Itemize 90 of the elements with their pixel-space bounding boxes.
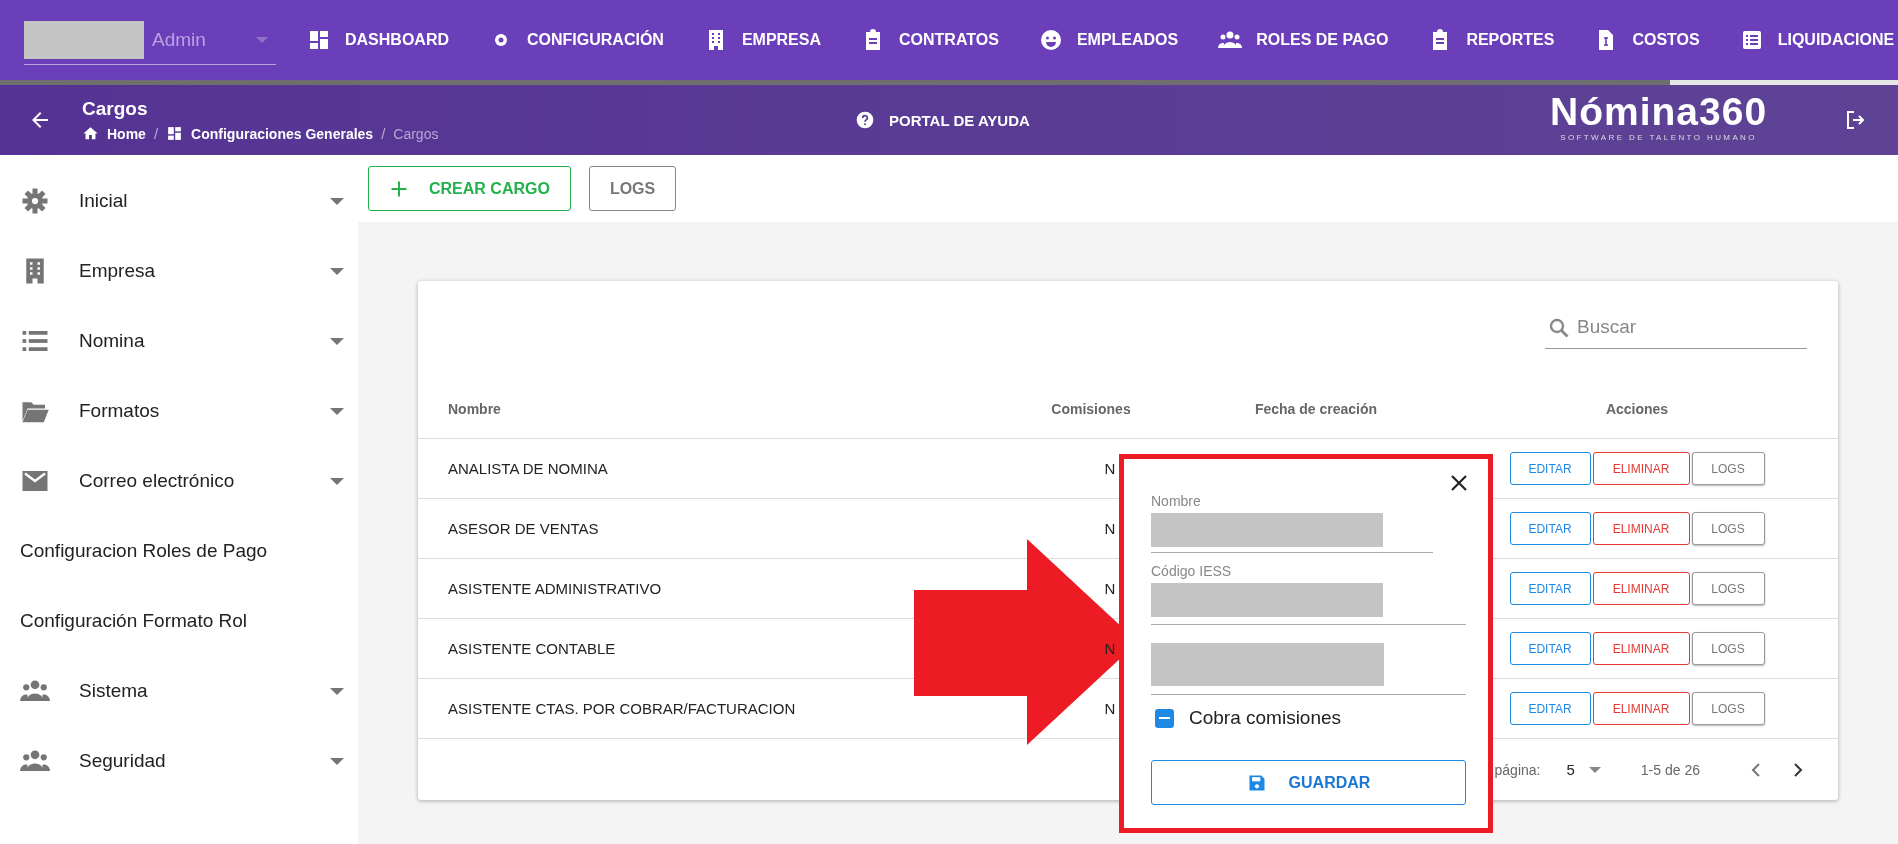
input-field[interactable]: Código IESS: [1151, 553, 1466, 625]
sidebar-label[interactable]: Seguridad: [79, 750, 330, 772]
caret-icon: [330, 757, 344, 765]
sidebar-label[interactable]: Sistema: [79, 680, 330, 702]
help-icon: [855, 110, 875, 130]
user-name: Admin: [152, 28, 206, 51]
nav-tab[interactable]: EMPRESA: [703, 0, 821, 80]
column-header: Nombre: [448, 401, 502, 417]
table-cell-text: N: [1103, 460, 1117, 477]
search-field[interactable]: Buscar: [1545, 306, 1807, 349]
logs-button[interactable]: LOGS: [1691, 512, 1765, 545]
breadcrumb-link[interactable]: Home: [107, 125, 146, 142]
caret-icon: [330, 687, 344, 695]
page-title: Cargos: [82, 98, 149, 120]
sidebar-label[interactable]: Inicial: [79, 190, 330, 212]
field-label: Código IESS: [1151, 563, 1233, 579]
nav-tab[interactable]: CONFIGURACIÓN: [489, 0, 664, 80]
table-cell-text: N: [1103, 580, 1117, 597]
column-header: Fecha de creación: [1253, 401, 1379, 417]
caret-icon: [330, 337, 344, 345]
sidebar-label[interactable]: Correo electrónico: [79, 470, 330, 492]
checkbox[interactable]: [1155, 708, 1174, 728]
field-label: Nombre: [1151, 493, 1202, 509]
nav-tab[interactable]: EMPLEADOS: [1038, 0, 1179, 80]
dashboard-icon: [166, 125, 184, 142]
breadcrumb-separator: /: [381, 125, 386, 142]
sidebar-item[interactable]: Sistema: [0, 656, 358, 726]
edit-button[interactable]: EDITAR: [1509, 632, 1591, 665]
table-cell-text: ASISTENTE ADMINISTRATIVO: [448, 580, 663, 597]
sidebar-label[interactable]: Formatos: [79, 400, 330, 422]
sidebar-link[interactable]: Configuracion Roles de Pago: [20, 540, 344, 562]
delete-button[interactable]: ELIMINAR: [1592, 572, 1690, 605]
sidebar-item[interactable]: Empresa: [0, 236, 358, 306]
sidebar-label[interactable]: Nomina: [79, 330, 330, 352]
logo-tagline: SOFTWARE DE TALENTO HUMANO: [1560, 133, 1757, 142]
breadcrumb-link[interactable]: Configuraciones Generales: [191, 125, 374, 142]
nav-tab[interactable]: REPORTES: [1428, 0, 1555, 80]
sidebar-item[interactable]: Correo electrónico: [0, 446, 358, 516]
table-cell-text: ANALISTA DE NOMINA: [448, 460, 609, 477]
rows-per-page-label: página:: [1494, 761, 1541, 778]
sidebar-item[interactable]: Seguridad: [0, 726, 358, 796]
caret-icon: [330, 407, 344, 415]
checkbox-label[interactable]: Cobra comisiones: [1189, 707, 1342, 729]
caret-icon: [330, 267, 344, 275]
logs-button[interactable]: LOGS: [1691, 632, 1765, 665]
logs-button[interactable]: LOGS: [1691, 452, 1765, 485]
logs-button[interactable]: LOGS: [588, 166, 677, 211]
sidebar-item[interactable]: Nomina: [0, 306, 358, 376]
nav-tab[interactable]: DASHBOARD: [307, 0, 449, 80]
table-cell-text: ASISTENTE CONTABLE: [448, 640, 617, 657]
delete-button[interactable]: ELIMINAR: [1592, 692, 1690, 725]
page-range: 1-5 de 26: [1640, 761, 1700, 778]
caret-icon: [330, 477, 344, 485]
logs-button[interactable]: LOGS: [1691, 572, 1765, 605]
table-cell-text: ASISTENTE CTAS. POR COBRAR/FACTURACION: [448, 700, 797, 717]
column-header: Acciones: [1604, 401, 1670, 417]
table-cell-text: N: [1103, 700, 1117, 717]
logs-button[interactable]: LOGS: [1691, 692, 1765, 725]
help-link[interactable]: PORTAL DE AYUDA: [855, 110, 1030, 130]
face-icon: [1038, 28, 1063, 52]
edit-button[interactable]: EDITAR: [1509, 572, 1591, 605]
table-cell-text: N: [1103, 640, 1117, 657]
nav-tab[interactable]: COSTOS: [1594, 0, 1700, 80]
nav-tab[interactable]: CONTRATOS: [861, 0, 999, 80]
delete-button[interactable]: ELIMINAR: [1592, 632, 1690, 665]
caret-icon: [330, 197, 344, 205]
nav-tab[interactable]: ROLES DE PAGO: [1218, 0, 1389, 80]
sidebar-label[interactable]: Empresa: [79, 260, 330, 282]
sidebar-link[interactable]: Configuración Formato Rol: [20, 610, 344, 632]
sidebar-item[interactable]: Inicial: [0, 166, 358, 236]
dashboard-icon: [307, 28, 331, 52]
table-cell-text: ASESOR DE VENTAS: [448, 520, 600, 537]
input-field[interactable]: Nombre: [1151, 487, 1433, 553]
settings-icon: [20, 186, 50, 216]
table-cell-text: N: [1103, 520, 1117, 537]
edit-button[interactable]: EDITAR: [1509, 512, 1591, 545]
save-button[interactable]: GUARDAR: [1151, 760, 1466, 805]
caret-icon: [256, 36, 268, 43]
edit-button[interactable]: EDITAR: [1509, 692, 1591, 725]
delete-button[interactable]: ELIMINAR: [1592, 512, 1690, 545]
rows-per-page-select[interactable]: 5: [1566, 761, 1601, 778]
breadcrumb-separator: /: [153, 125, 159, 142]
column-header: Comisiones: [1050, 401, 1132, 417]
logo-text: Nómina360: [1550, 91, 1768, 133]
search-icon: [1547, 316, 1571, 340]
edit-button[interactable]: EDITAR: [1509, 452, 1591, 485]
help-label[interactable]: PORTAL DE AYUDA: [889, 111, 1030, 129]
sidebar-item[interactable]: Formatos: [0, 376, 358, 446]
delete-button[interactable]: ELIMINAR: [1592, 452, 1690, 485]
home-icon: [82, 125, 99, 142]
